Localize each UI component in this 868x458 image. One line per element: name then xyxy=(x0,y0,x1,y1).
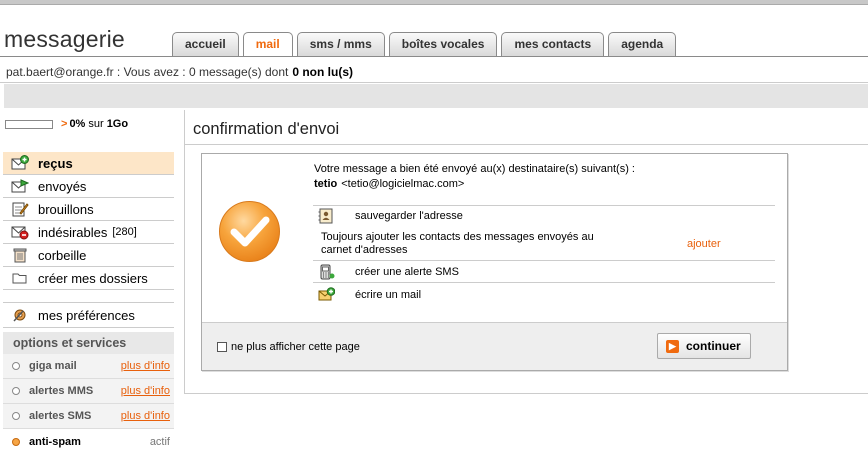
spam-count: [280] xyxy=(112,226,137,238)
tab-boites-vocales[interactable]: boîtes vocales xyxy=(388,32,498,56)
service-alertes-sms: alertes SMS plus d'info xyxy=(3,404,174,429)
app-title: messagerie xyxy=(4,26,125,52)
divider xyxy=(313,260,775,261)
folder-label: créer mes dossiers xyxy=(38,270,148,286)
folder-corbeille[interactable]: corbeille xyxy=(3,244,174,267)
status-text: pat.baert@orange.fr : Vous avez : 0 mess… xyxy=(6,65,289,79)
folder-label: corbeille xyxy=(38,247,87,263)
main-tabs: accueil mail sms / mms boîtes vocales me… xyxy=(172,32,680,57)
write-mail-action[interactable]: écrire un mail xyxy=(318,287,421,303)
service-name: alertes MMS xyxy=(29,385,94,397)
folder-label: indésirables xyxy=(38,224,108,240)
more-info-link[interactable]: plus d'info xyxy=(121,410,170,422)
service-giga-mail: giga mail plus d'info xyxy=(3,354,174,379)
card-footer: ne plus afficher cette page ▶ continuer xyxy=(202,322,787,370)
service-alertes-mms: alertes MMS plus d'info xyxy=(3,379,174,404)
folder-label: envoyés xyxy=(38,178,87,194)
divider xyxy=(313,205,775,206)
divider xyxy=(0,82,868,83)
folder-creer-dossiers[interactable]: créer mes dossiers xyxy=(3,267,174,290)
quota-bar xyxy=(5,119,53,129)
preferences-link[interactable]: mes préférences xyxy=(3,302,174,328)
service-name: anti-spam xyxy=(29,435,81,448)
drafts-icon xyxy=(11,201,29,217)
inbox-icon xyxy=(11,155,29,171)
write-mail-label: écrire un mail xyxy=(355,289,422,301)
service-anti-spam: anti-spam actif xyxy=(3,429,174,454)
divider xyxy=(313,282,775,283)
sent-icon xyxy=(11,178,30,194)
status-dot xyxy=(12,362,20,370)
quota-percent: 0% xyxy=(69,118,86,130)
preferences-icon xyxy=(11,307,29,323)
quota-sur: sur xyxy=(88,118,104,130)
save-address-action[interactable]: sauvegarder l'adresse xyxy=(318,208,463,224)
folder-list: reçus envoyés brouillons indésirables [2… xyxy=(3,152,174,290)
preferences-label: mes préférences xyxy=(38,307,135,323)
status-line: pat.baert@orange.fr : Vous avez : 0 mess… xyxy=(6,65,353,79)
toolbar-band xyxy=(4,84,868,108)
folder-label: brouillons xyxy=(38,201,94,217)
status-dot-active xyxy=(12,437,20,446)
service-name: alertes SMS xyxy=(29,410,92,422)
folder-recus[interactable]: reçus xyxy=(3,152,174,175)
quota-total: 1Go xyxy=(106,118,129,130)
hide-page-checkbox[interactable]: ne plus afficher cette page xyxy=(217,341,360,353)
address-book-icon xyxy=(318,208,335,224)
auto-add-note: Toujours ajouter les contacts des messag… xyxy=(321,231,594,256)
continue-label: continuer xyxy=(686,339,741,353)
tab-sms-mms[interactable]: sms / mms xyxy=(296,32,385,56)
sent-message: Votre message a bien été envoyé au(x) de… xyxy=(314,163,635,175)
confirmation-card: Votre message a bien été envoyé au(x) de… xyxy=(201,153,788,371)
sms-alert-action[interactable]: créer une alerte SMS xyxy=(318,264,459,280)
folder-label: reçus xyxy=(38,155,73,171)
success-check-icon xyxy=(219,201,280,262)
page-title: confirmation d'envoi xyxy=(193,120,340,138)
options-title: options et services xyxy=(3,332,174,354)
sms-alert-label: créer une alerte SMS xyxy=(355,266,459,278)
more-info-link[interactable]: plus d'info xyxy=(121,385,170,397)
recipient: tetio <tetio@logicielmac.com> xyxy=(314,177,635,192)
recipient-name: tetio xyxy=(314,178,338,190)
trash-icon xyxy=(11,247,29,263)
tab-accueil[interactable]: accueil xyxy=(172,32,239,56)
status-dot xyxy=(12,412,20,420)
phone-icon xyxy=(318,264,335,280)
save-address-label: sauvegarder l'adresse xyxy=(355,210,463,222)
top-border xyxy=(0,0,868,5)
tab-agenda[interactable]: agenda xyxy=(608,32,677,56)
folder-icon xyxy=(11,270,29,286)
tab-mes-contacts[interactable]: mes contacts xyxy=(501,32,605,56)
title-divider xyxy=(185,144,868,145)
sidebar: > 0% sur 1Go reçus envoyés brouillons in… xyxy=(0,108,175,458)
options-services: options et services giga mail plus d'inf… xyxy=(3,332,174,454)
tabs-baseline xyxy=(0,56,868,57)
status-dot xyxy=(12,387,20,395)
arrow-right-icon: ▶ xyxy=(666,339,679,353)
new-mail-icon xyxy=(318,287,336,303)
checkbox-box[interactable] xyxy=(217,342,227,352)
quota-arrow: > xyxy=(61,118,68,130)
folder-envoyes[interactable]: envoyés xyxy=(3,175,174,198)
folder-indesirables[interactable]: indésirables [280] xyxy=(3,221,174,244)
continue-button[interactable]: ▶ continuer xyxy=(657,333,751,359)
main-panel: confirmation d'envoi Votre message a bie… xyxy=(184,110,868,394)
checkbox-label: ne plus afficher cette page xyxy=(231,341,360,353)
quota-indicator: > 0% sur 1Go xyxy=(5,118,131,130)
service-name: giga mail xyxy=(29,360,77,372)
add-link[interactable]: ajouter xyxy=(687,238,721,250)
tab-mail[interactable]: mail xyxy=(242,32,293,57)
more-info-link[interactable]: plus d'info xyxy=(121,360,170,372)
unread-count: 0 non lu(s) xyxy=(292,65,354,79)
confirmation-message: Votre message a bien été envoyé au(x) de… xyxy=(314,162,635,192)
folder-brouillons[interactable]: brouillons xyxy=(3,198,174,221)
recipient-email: <tetio@logicielmac.com> xyxy=(341,178,465,190)
spam-icon xyxy=(11,224,29,240)
service-status: actif xyxy=(149,435,170,448)
